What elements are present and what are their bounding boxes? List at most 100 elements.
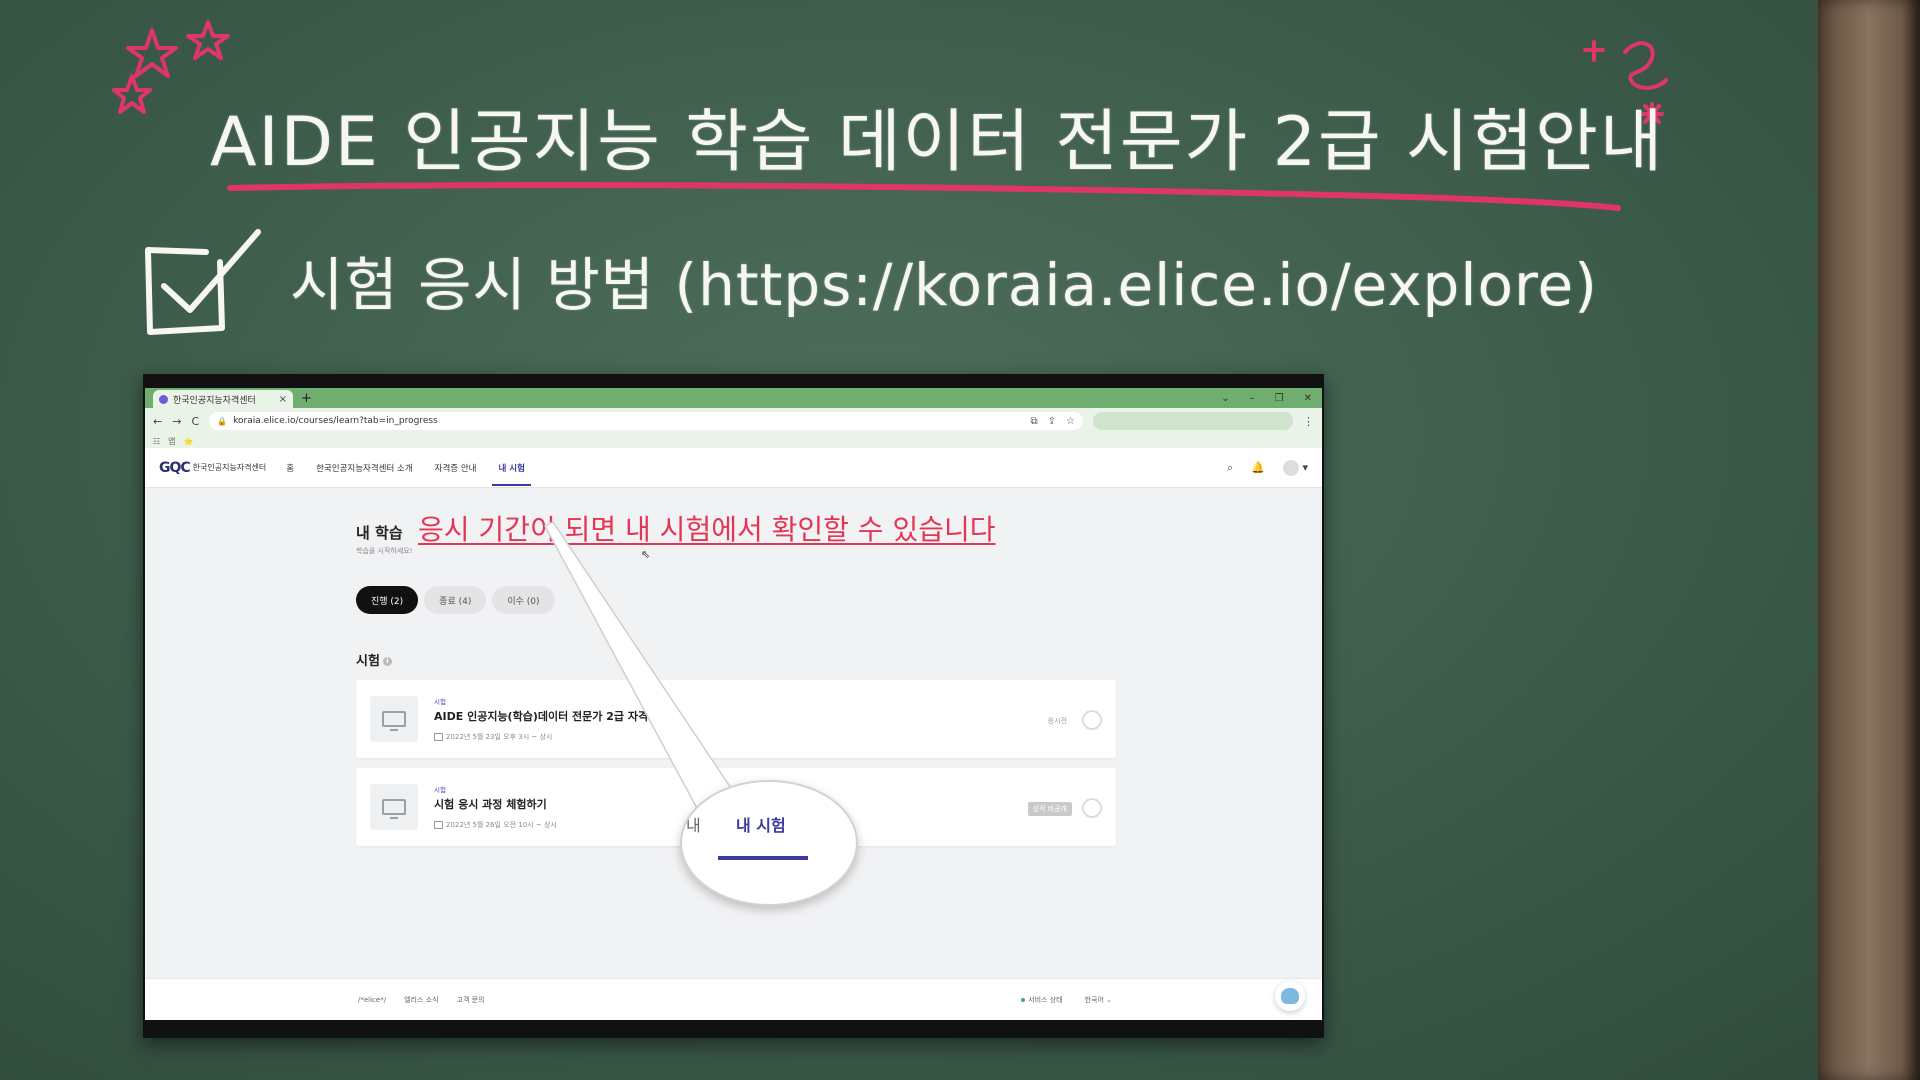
- chatbot-icon: [1281, 988, 1299, 1004]
- address-bar: ← → C 🔒 koraia.elice.io/courses/learn?ta…: [145, 408, 1322, 434]
- annotation-text: 응시 기간이 되면 내 시험에서 확인할 수 있습니다: [418, 513, 996, 546]
- bookmark-folder-icon[interactable]: ⭐: [184, 437, 194, 446]
- exam-status: 성적 비공개: [1027, 802, 1072, 816]
- browser-menu-icon[interactable]: ⋮: [1303, 415, 1314, 428]
- bookmarks-bar: ☷ 앱 ⭐: [145, 434, 1322, 448]
- star-doodle: [126, 28, 178, 78]
- magnifier-label: 내 시험: [736, 816, 786, 835]
- reload-icon[interactable]: C: [191, 415, 199, 428]
- share-icon[interactable]: ⇪: [1048, 416, 1056, 427]
- swirl-doodle: [1623, 41, 1668, 90]
- footer-contact-link[interactable]: 고객 문의: [457, 995, 485, 1005]
- page-subtitle: 학습을 시작하세요!: [356, 547, 413, 555]
- install-icon[interactable]: ⧉: [1031, 416, 1038, 427]
- tab-search-icon[interactable]: ⌄: [1221, 393, 1229, 404]
- magnifier-callout: 내 내 시험: [680, 780, 858, 906]
- window-controls: ⌄ – ❐ ✕: [1221, 393, 1312, 404]
- search-icon[interactable]: ⌕: [1227, 461, 1233, 475]
- exam-thumbnail: [370, 784, 418, 830]
- letterbox-bottom: [145, 1020, 1322, 1036]
- forward-icon[interactable]: →: [172, 415, 181, 428]
- calendar-icon: [434, 821, 443, 829]
- exam-name: 시험 응시 과정 체험하기: [434, 798, 547, 811]
- letterbox-top: [145, 376, 1322, 388]
- url-actions: ⧉ ⇪ ☆: [1031, 416, 1076, 427]
- mouse-cursor-icon: ⇖: [641, 548, 651, 561]
- checkmark-icon: [161, 229, 261, 313]
- avatar: [1282, 459, 1299, 476]
- header-actions: ⌕ 🔔 ▾: [1227, 459, 1308, 476]
- exam-category: 시험: [434, 698, 446, 706]
- monitor-icon: [382, 799, 406, 819]
- plus-doodle: [1583, 40, 1605, 62]
- site-header: GQC 한국인공지능자격센터 홈 한국인공지능자격센터 소개 자격증 안내 내 …: [145, 448, 1322, 488]
- checkbox-icon: [145, 247, 225, 335]
- footer-brand[interactable]: /*elice*/: [358, 996, 386, 1004]
- main-content: 내 학습 응시 기간이 되면 내 시험에서 확인할 수 있습니다 학습을 시작하…: [145, 488, 1322, 978]
- title-underline: [227, 182, 1621, 211]
- nav-certificates[interactable]: 자격증 안내: [435, 448, 477, 488]
- exam-category: 시험: [434, 786, 446, 794]
- browser-tab[interactable]: 한국인공지능자격센터 ×: [153, 390, 293, 408]
- nav-my-exams[interactable]: 내 시험: [492, 448, 532, 488]
- slide-subtitle: 시험 응시 방법 (https://koraia.elice.io/explor…: [290, 251, 1598, 319]
- star-doodle: [112, 74, 152, 114]
- profile-menu[interactable]: ▾: [1282, 459, 1308, 476]
- exam-name: AIDE 인공지능(학습)데이터 전문가 2급 자격증 3차: [434, 710, 680, 723]
- magnifier-cut-text: 내: [686, 816, 701, 835]
- exam-date: 2022년 5월 26일 오전 10시 ~ 상시: [434, 820, 557, 830]
- exam-status: 응시전: [1047, 717, 1067, 725]
- page-title: 내 학습: [356, 524, 403, 542]
- apps-icon[interactable]: ☷: [153, 437, 160, 446]
- wooden-frame: [1818, 0, 1920, 1080]
- browser-screenshot: 한국인공지능자격센터 × + ⌄ – ❐ ✕ ← → C 🔒 koraia.el…: [143, 374, 1324, 1038]
- footer-news-link[interactable]: 엘리스 소식: [404, 995, 438, 1005]
- logo-mark: GQC: [159, 459, 191, 476]
- service-status-link[interactable]: 서비스 상태: [1021, 995, 1063, 1005]
- bookmark-apps[interactable]: 앱: [168, 436, 175, 447]
- close-window-icon[interactable]: ✕: [1304, 393, 1312, 404]
- magnifier-underline: [718, 856, 808, 860]
- exam-card[interactable]: 시험 AIDE 인공지능(학습)데이터 전문가 2급 자격증 3차 2022년 …: [356, 680, 1116, 758]
- exam-date-text: 2022년 5월 26일 오전 10시 ~ 상시: [446, 821, 557, 829]
- exam-thumbnail: [370, 696, 418, 742]
- new-tab-button[interactable]: +: [301, 391, 312, 406]
- calendar-icon: [434, 733, 443, 741]
- browser-tabbar: 한국인공지능자격센터 × + ⌄ – ❐ ✕: [145, 388, 1322, 408]
- badge-icon: [1082, 798, 1102, 818]
- tab-title: 한국인공지능자격센터: [173, 395, 256, 406]
- service-status-text: 서비스 상태: [1028, 995, 1063, 1004]
- tab-close-icon[interactable]: ×: [279, 394, 287, 405]
- status-dot-icon: [1021, 997, 1026, 1002]
- exam-date: 2022년 5월 23일 오후 3시 ~ 상시: [434, 732, 552, 742]
- profile-area: [1093, 412, 1293, 430]
- filter-ended[interactable]: 종료 (4): [424, 586, 487, 614]
- badge-icon: [1082, 710, 1102, 730]
- url-input[interactable]: 🔒 koraia.elice.io/courses/learn?tab=in_p…: [209, 412, 1083, 430]
- bookmark-star-icon[interactable]: ☆: [1066, 416, 1075, 427]
- slide-title: AIDE 인공지능 학습 데이터 전문가 2급 시험안내: [210, 103, 1665, 182]
- filter-completed[interactable]: 이수 (0): [492, 586, 555, 614]
- nav-home[interactable]: 홈: [286, 448, 294, 488]
- lock-icon: 🔒: [217, 416, 228, 426]
- logo-text: 한국인공지능자격센터: [192, 463, 267, 472]
- chatbot-button[interactable]: [1275, 981, 1305, 1011]
- exam-date-text: 2022년 5월 23일 오후 3시 ~ 상시: [446, 733, 553, 741]
- minimize-icon[interactable]: –: [1250, 393, 1255, 404]
- url-text: koraia.elice.io/courses/learn?tab=in_pro…: [233, 416, 438, 426]
- monitor-icon: [382, 711, 406, 731]
- favicon-icon: [159, 394, 168, 404]
- maximize-icon[interactable]: ❐: [1275, 393, 1284, 404]
- filter-tabs: 진행 (2) 종료 (4) 이수 (0): [356, 586, 555, 614]
- nav-about[interactable]: 한국인공지능자격센터 소개: [316, 448, 413, 488]
- language-select[interactable]: 한국어 ⌄: [1085, 995, 1112, 1005]
- info-icon[interactable]: i: [382, 657, 392, 666]
- bell-icon[interactable]: 🔔: [1251, 461, 1265, 474]
- site-footer: /*elice*/ 엘리스 소식 고객 문의 서비스 상태 한국어 ⌄: [145, 978, 1322, 1020]
- section-title-text: 시험: [356, 654, 380, 669]
- filter-in-progress[interactable]: 진행 (2): [356, 586, 419, 614]
- section-title: 시험 i: [356, 650, 392, 669]
- site-logo[interactable]: GQC 한국인공지능자격센터: [159, 460, 266, 476]
- footer-right: 서비스 상태 한국어 ⌄: [1021, 995, 1112, 1005]
- back-icon[interactable]: ←: [153, 415, 162, 428]
